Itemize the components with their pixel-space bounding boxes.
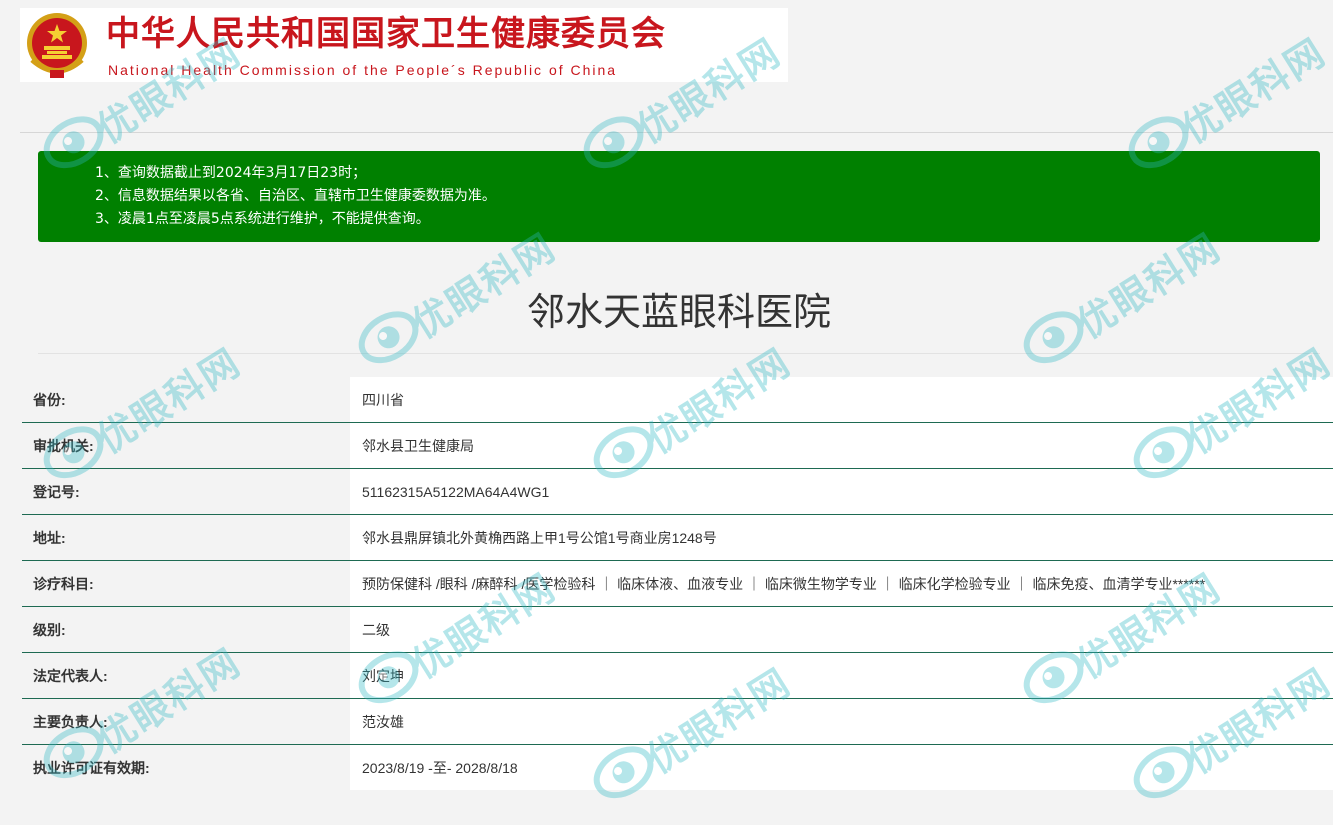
row-value: 2023/8/19 -至- 2028/8/18 (350, 745, 1333, 790)
row-label: 省份: (22, 377, 350, 422)
header-divider (20, 132, 1333, 133)
table-row: 登记号: 51162315A5122MA64A4WG1 (22, 469, 1333, 515)
row-label: 执业许可证有效期: (22, 745, 350, 790)
table-row: 法定代表人: 刘定坤 (22, 653, 1333, 699)
table-row: 诊疗科目: 预防保健科 /眼科 /麻醉科 /医学检验科 ｜ 临床体液、血液专业 … (22, 561, 1333, 607)
row-value: 邻水县鼎屏镇北外黄桷西路上甲1号公馆1号商业房1248号 (350, 515, 1333, 560)
notice-line: 1、查询数据截止到2024年3月17日23时； (95, 165, 367, 181)
table-row: 级别: 二级 (22, 607, 1333, 653)
row-value: 刘定坤 (350, 653, 1333, 698)
row-value: 范汝雄 (350, 699, 1333, 744)
row-value: 51162315A5122MA64A4WG1 (350, 469, 1333, 514)
info-table: 省份: 四川省 审批机关: 邻水县卫生健康局 登记号: 51162315A512… (22, 377, 1333, 790)
notice-line: 2、信息数据结果以各省、自治区、直辖市卫生健康委数据为准。 (95, 188, 496, 204)
watermark-text: 优眼科网 (1174, 29, 1333, 153)
notice-line: 3、凌晨1点至凌晨5点系统进行维护，不能提供查询。 (95, 211, 430, 227)
table-row: 地址: 邻水县鼎屏镇北外黄桷西路上甲1号公馆1号商业房1248号 (22, 515, 1333, 561)
row-label: 法定代表人: (22, 653, 350, 698)
table-row: 审批机关: 邻水县卫生健康局 (22, 423, 1333, 469)
table-row: 执业许可证有效期: 2023/8/19 -至- 2028/8/18 (22, 745, 1333, 790)
table-row: 主要负责人: 范汝雄 (22, 699, 1333, 745)
notice-box: 1、查询数据截止到2024年3月17日23时； 2、信息数据结果以各省、自治区、… (38, 151, 1320, 242)
row-label: 审批机关: (22, 423, 350, 468)
header-cn-title: 中华人民共和国国家卫生健康委员会 (106, 14, 666, 54)
header-banner: 中华人民共和国国家卫生健康委员会 National Health Commiss… (20, 8, 788, 82)
header-en-title: National Health Commission of the People… (108, 62, 618, 78)
row-label: 主要负责人: (22, 699, 350, 744)
row-value: 预防保健科 /眼科 /麻醉科 /医学检验科 ｜ 临床体液、血液专业 ｜ 临床微生… (350, 561, 1333, 606)
row-value: 四川省 (350, 377, 1333, 422)
row-label: 诊疗科目: (22, 561, 350, 606)
table-row: 省份: 四川省 (22, 377, 1333, 423)
row-label: 级别: (22, 607, 350, 652)
row-label: 登记号: (22, 469, 350, 514)
row-value: 二级 (350, 607, 1333, 652)
hospital-name-title: 邻水天蓝眼科医院 (526, 290, 831, 334)
title-divider (38, 353, 1320, 354)
row-value: 邻水县卫生健康局 (350, 423, 1333, 468)
national-emblem-icon (27, 13, 87, 78)
row-label: 地址: (22, 515, 350, 560)
